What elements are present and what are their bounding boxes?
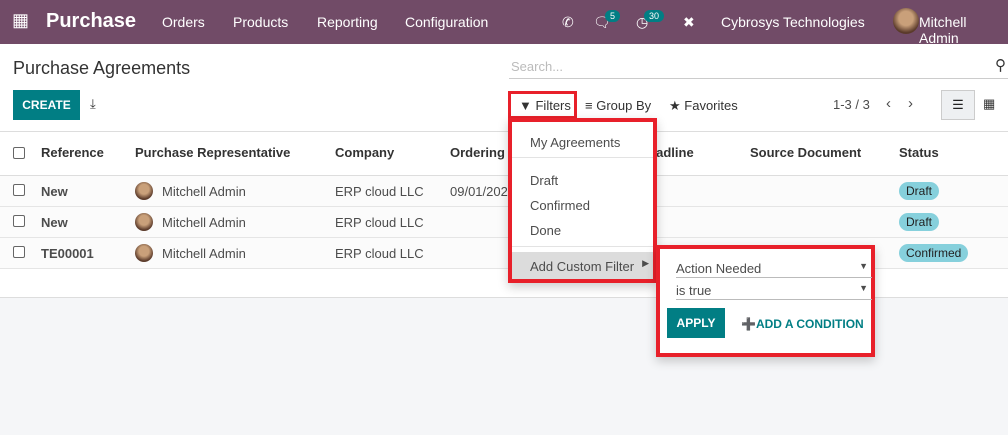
create-button[interactable]: CREATE <box>13 90 80 120</box>
col-company[interactable]: Company <box>335 145 394 160</box>
page-title: Purchase Agreements <box>13 58 191 78</box>
reference: TE00001 <box>41 246 94 261</box>
filter-done[interactable]: Done <box>530 223 561 238</box>
tools-icon[interactable]: ✖ <box>683 14 695 31</box>
user-menu[interactable]: Mitchell Admin <box>919 14 1008 46</box>
add-custom-filter[interactable]: Add Custom Filter ▶ <box>512 252 653 279</box>
search-icon[interactable]: ⚲ <box>995 56 1006 74</box>
col-status[interactable]: Status <box>899 145 939 160</box>
operator-select[interactable]: is true ▼ <box>676 280 872 300</box>
reference: New <box>41 184 68 199</box>
app-name[interactable]: Purchase <box>46 10 136 33</box>
chat-badge: 5 <box>605 10 621 22</box>
status-badge: Confirmed <box>899 244 969 262</box>
avatar <box>135 244 153 262</box>
list-view-icon[interactable]: ☰ <box>941 90 975 120</box>
table-row[interactable]: New Mitchell Admin ERP cloud LLC 09/01/2… <box>0 176 1008 207</box>
operator-value: is true <box>676 283 712 298</box>
company: ERP cloud LLC <box>335 184 424 199</box>
pager-prev-icon[interactable]: ‹ <box>886 95 891 112</box>
filter-my-agreements[interactable]: My Agreements <box>530 135 620 150</box>
company: ERP cloud LLC <box>335 215 424 230</box>
download-icon[interactable]: ⤓ <box>90 96 96 112</box>
favorites-label: Favorites <box>684 98 738 113</box>
pager-value[interactable]: 1-3 / 3 <box>833 97 870 112</box>
caret-down-icon: ▼ <box>859 261 868 271</box>
divider <box>512 246 653 247</box>
menu-configuration[interactable]: Configuration <box>405 14 488 30</box>
rep: Mitchell Admin <box>162 246 246 261</box>
field-value: Action Needed <box>676 261 762 276</box>
apps-menu-icon[interactable]: ▦ <box>12 10 29 31</box>
col-rep[interactable]: Purchase Representative <box>135 145 290 160</box>
add-condition-button[interactable]: ➕ADD A CONDITION <box>741 317 864 331</box>
status-badge: Draft <box>899 182 940 200</box>
reference: New <box>41 215 68 230</box>
plus-circle-icon: ➕ <box>741 317 756 331</box>
field-select[interactable]: Action Needed ▼ <box>676 258 872 278</box>
apply-button[interactable]: APPLY <box>667 308 725 338</box>
custom-filter-panel: Action Needed ▼ is true ▼ APPLY ➕ADD A CON… <box>656 245 875 357</box>
row-checkbox[interactable] <box>13 246 25 258</box>
avatar <box>135 213 153 231</box>
activity-badge: 30 <box>644 10 665 22</box>
divider <box>512 157 653 158</box>
avatar <box>135 182 153 200</box>
group-by-label: Group By <box>596 98 652 113</box>
favorites-button[interactable]: ★ Favorites <box>669 98 738 114</box>
caret-right-icon: ▶ <box>642 258 649 268</box>
row-checkbox[interactable] <box>13 184 25 196</box>
filters-label: Filters <box>535 98 571 113</box>
col-source[interactable]: Source Document <box>750 145 861 160</box>
add-condition-label: ADD A CONDITION <box>755 317 864 331</box>
table-row[interactable]: New Mitchell Admin ERP cloud LLC Draft <box>0 207 1008 238</box>
search-placeholder: Search... <box>511 59 564 74</box>
caret-down-icon: ▼ <box>859 283 868 293</box>
company-switcher[interactable]: Cybrosys Technologies <box>721 14 865 30</box>
filter-draft[interactable]: Draft <box>530 173 558 188</box>
company: ERP cloud LLC <box>335 246 424 261</box>
status-badge: Draft <box>899 213 940 231</box>
search-input[interactable]: Search... ⚲ <box>509 55 1008 79</box>
filters-dropdown: My Agreements Draft Confirmed Done Add C… <box>508 118 657 283</box>
rep: Mitchell Admin <box>162 184 246 199</box>
select-all-checkbox[interactable] <box>13 147 25 159</box>
col-reference[interactable]: Reference <box>41 145 104 160</box>
menu-reporting[interactable]: Reporting <box>317 14 378 30</box>
menu-products[interactable]: Products <box>233 14 288 30</box>
phone-icon[interactable]: ✆ <box>562 14 574 31</box>
rep: Mitchell Admin <box>162 215 246 230</box>
row-checkbox[interactable] <box>13 215 25 227</box>
add-custom-filter-label: Add Custom Filter <box>530 259 635 274</box>
filter-confirmed[interactable]: Confirmed <box>530 198 590 213</box>
user-avatar[interactable] <box>893 8 919 34</box>
pager-next-icon[interactable]: › <box>908 95 913 112</box>
group-by-button[interactable]: ≡ Group By <box>585 98 651 113</box>
top-navbar: ▦ Purchase Orders Products Reporting Con… <box>0 0 1008 46</box>
ordering-date: 09/01/2022 <box>450 184 516 199</box>
filters-button[interactable]: ▼ Filters <box>508 91 577 119</box>
menu-orders[interactable]: Orders <box>162 14 205 30</box>
kanban-view-icon[interactable]: ▦ <box>983 96 995 112</box>
